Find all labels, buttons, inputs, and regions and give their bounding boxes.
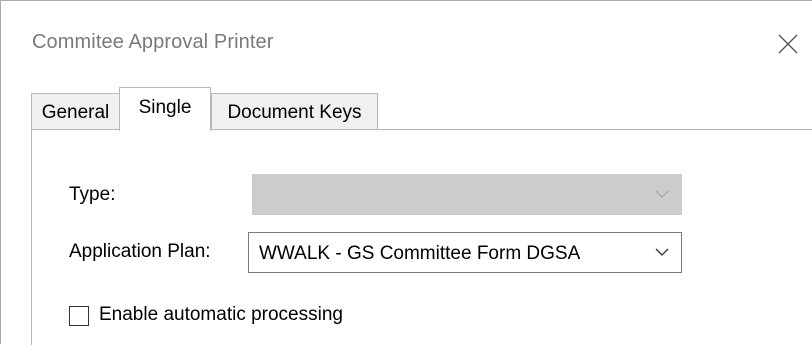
chevron-down-icon xyxy=(655,190,669,198)
close-button[interactable] xyxy=(765,21,811,65)
enable-automatic-processing-checkbox[interactable] xyxy=(69,306,89,326)
tab-strip: General Single Document Keys xyxy=(31,83,812,131)
application-plan-label: Application Plan: xyxy=(69,241,211,262)
type-dropdown[interactable] xyxy=(252,174,682,215)
application-plan-dropdown[interactable]: WWALK - GS Committee Form DGSA xyxy=(248,232,682,273)
close-icon xyxy=(778,34,798,54)
title-bar: Commitee Approval Printer xyxy=(1,1,812,83)
application-plan-value: WWALK - GS Committee Form DGSA xyxy=(259,243,581,264)
window-title: Commitee Approval Printer xyxy=(32,31,274,53)
tab-single[interactable]: Single xyxy=(119,87,211,131)
type-label: Type: xyxy=(69,184,116,205)
dialog-window: Commitee Approval Printer General Single… xyxy=(0,0,812,345)
tab-general[interactable]: General xyxy=(31,93,120,129)
enable-automatic-processing-label: Enable automatic processing xyxy=(99,304,343,325)
tab-document-keys[interactable]: Document Keys xyxy=(211,93,378,129)
chevron-down-icon xyxy=(655,248,669,256)
tab-panel-single: Type: Application Plan: WWALK - GS Commi… xyxy=(31,129,812,345)
